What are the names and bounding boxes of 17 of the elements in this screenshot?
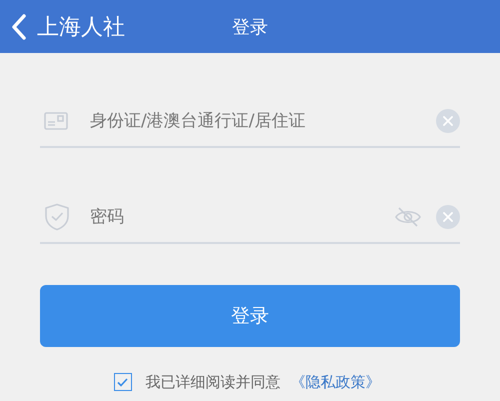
close-icon bbox=[443, 116, 453, 126]
login-button[interactable]: 登录 bbox=[40, 285, 460, 347]
eye-slash-icon[interactable] bbox=[395, 206, 421, 226]
back-icon bbox=[11, 14, 27, 40]
shield-check-icon bbox=[44, 202, 70, 230]
close-icon bbox=[443, 212, 453, 222]
id-number-field[interactable]: 身份证/港澳台通行证/居住证 bbox=[90, 106, 436, 136]
id-card-icon bbox=[44, 110, 68, 130]
check-icon bbox=[117, 378, 128, 386]
agree-checkbox[interactable] bbox=[114, 373, 132, 391]
back-button[interactable]: 上海人社 bbox=[0, 12, 125, 42]
agreement-text: 我已详细阅读并同意 bbox=[146, 372, 280, 392]
privacy-policy-link[interactable]: 《隐私政策》 bbox=[290, 372, 380, 392]
page-title: 登录 bbox=[232, 16, 268, 38]
clear-button[interactable] bbox=[436, 204, 460, 228]
clear-button[interactable] bbox=[436, 108, 460, 132]
password-field[interactable]: 密码 bbox=[90, 202, 395, 232]
